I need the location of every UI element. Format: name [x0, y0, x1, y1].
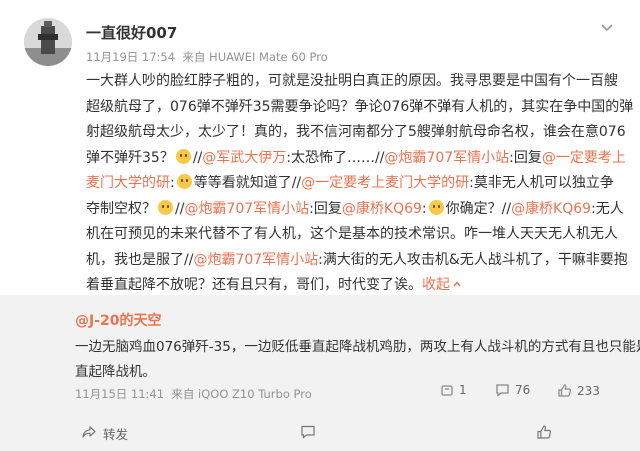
- like-button[interactable]: [536, 424, 552, 443]
- post-text: 超级航母了，076弹不弹歼35需要争论吗？争论076弹不弹有人机的，其实在争中国…: [86, 98, 634, 115]
- mention-link[interactable]: @炮霸707军情小站: [384, 150, 509, 166]
- post-text: :: [421, 200, 427, 217]
- post-body-line: 夺制空权？//@炮霸707军情小站:回复@康桥KQ69: 你确定？//@康桥KQ6…: [86, 197, 632, 223]
- post-text: :: [170, 175, 175, 191]
- comment-button[interactable]: [300, 424, 316, 443]
- thumbs-up-icon: [536, 424, 552, 443]
- mention-link[interactable]: @炮霸707军情小站: [184, 201, 309, 217]
- quoted-body: 一边无脑鸡血076弹歼-35，一边贬低垂直起降战机鸡肋，两攻上有人战斗机的方式有…: [75, 335, 640, 385]
- post-source-prefix: 来自: [182, 50, 206, 64]
- repost-button[interactable]: 转发: [81, 424, 128, 443]
- share-icon: [81, 424, 97, 443]
- post-text: 弹不弹歼35？: [86, 149, 174, 166]
- mention-link[interactable]: @军武大伊万: [202, 150, 286, 166]
- comment-icon: [300, 424, 316, 443]
- mention-link[interactable]: @一定要考上: [542, 150, 626, 166]
- post-body-line: 一大群人吵的脸红脖子粗的，可就是没扯明白真正的原因。我寻思要是中国有个一百艘: [86, 69, 632, 95]
- mention-link[interactable]: @一定要考上麦门大学的研: [301, 175, 469, 191]
- post-text: 射超级航母太少，太少了！真的，我不信河南都分了5艘弹射航母命名权，谁会在意076: [86, 124, 626, 140]
- post-text: 着垂直起降不放呢？还有且只有，哥们，时代变了诶。: [86, 277, 422, 293]
- collapse-button[interactable]: 收起: [422, 277, 462, 293]
- quoted-post[interactable]: @J-20的天空 一边无脑鸡血076弹歼-35，一边贬低垂直起降战机鸡肋，两攻上…: [0, 295, 640, 451]
- repost-label: 转发: [103, 427, 129, 442]
- post-text: 一大群人吵的脸红脖子粗的，可就是没扯明白真正的原因。我寻思要是中国有个一百艘: [86, 73, 618, 89]
- chevron-up-icon: [450, 277, 462, 293]
- mention-link[interactable]: @康桥KQ69: [342, 201, 422, 217]
- post-text: :满大街的无人攻击机&无人战斗机了，干嘛非要抱: [318, 251, 628, 268]
- quoted-date[interactable]: 11月15日 11:41: [75, 387, 164, 401]
- quoted-repost-stat[interactable]: 1: [440, 383, 467, 397]
- comment-icon: [495, 383, 510, 397]
- post-text: :莫非无人机可以独立争: [469, 175, 614, 191]
- repost-icon: [440, 383, 454, 397]
- post-text: :回复: [309, 200, 342, 217]
- post-text: :无人: [591, 200, 624, 217]
- post-body-line: 超级航母了，076弹不弹歼35需要争论吗？争论076弹不弹有人机的，其实在争中国…: [86, 95, 634, 121]
- mention-link[interactable]: @康桥KQ69: [511, 201, 591, 217]
- post-date[interactable]: 11月19日 17:54: [86, 50, 175, 64]
- post-text: 机，我也是服了//: [86, 251, 194, 268]
- post-body-line: 麦门大学的研: 等等看就知道了//@一定要考上麦门大学的研:莫非无人机可以独立争: [86, 171, 632, 197]
- quoted-like-count: 233: [577, 383, 600, 398]
- emoji-face: [428, 199, 444, 215]
- quoted-source-prefix: 来自: [171, 387, 195, 401]
- mention-link[interactable]: @炮霸707军情小站: [193, 252, 318, 268]
- post-text: 机在可预见的未来代替不了有人机，这个是基本的技术常识。咋一堆人天天无人机无人: [86, 226, 618, 242]
- chevron-down-icon[interactable]: [597, 18, 617, 38]
- quoted-repost-count: 1: [459, 383, 467, 397]
- post-body-line: 机在可预见的未来代替不了有人机，这个是基本的技术常识。咋一堆人天天无人机无人: [86, 222, 632, 248]
- post-body-line: 射超级航母太少，太少了！真的，我不信河南都分了5艘弹射航母命名权，谁会在意076: [86, 120, 632, 146]
- post-meta: 11月19日 17:54 来自 HUAWEI Mate 60 Pro: [86, 49, 328, 65]
- quoted-body-line: 一边无脑鸡血076弹歼-35，一边贬低垂直起降战机鸡肋，两攻上有人战斗机的方式有…: [75, 339, 640, 355]
- thumbs-up-icon: [557, 383, 572, 398]
- post-text: //: [192, 149, 203, 166]
- post-body-line: 弹不弹歼35？ //@军武大伊万:太恐怖了……//@炮霸707军情小站:回复@一定…: [86, 146, 632, 172]
- quoted-meta: 11月15日 11:41 来自 iQOO Z10 Turbo Pro: [75, 386, 312, 402]
- quoted-username[interactable]: @J-20的天空: [75, 310, 162, 330]
- avatar[interactable]: [24, 18, 72, 66]
- emoji-face: [175, 148, 191, 164]
- post-body-line: 机，我也是服了//@炮霸707军情小站:满大街的无人攻击机&无人战斗机了，干嘛非…: [86, 248, 632, 274]
- post-body: 一大群人吵的脸红脖子粗的，可就是没扯明白真正的原因。我寻思要是中国有个一百艘 超级…: [86, 69, 634, 299]
- collapse-label: 收起: [422, 277, 450, 293]
- quoted-comment-stat[interactable]: 76: [495, 383, 530, 397]
- username[interactable]: 一直很好007: [86, 22, 177, 43]
- quoted-like-stat[interactable]: 233: [557, 383, 600, 398]
- post-text: :太恐怖了……//: [286, 149, 385, 166]
- quoted-comment-count: 76: [515, 383, 531, 397]
- mention-link[interactable]: 麦门大学的研: [86, 175, 170, 191]
- emoji-face: [158, 199, 173, 215]
- quoted-body-line: 直起降战机。: [75, 364, 156, 380]
- quoted-device: iQOO Z10 Turbo Pro: [198, 387, 312, 401]
- post-text: 你确定？//: [445, 200, 512, 217]
- post-device: HUAWEI Mate 60 Pro: [209, 50, 328, 64]
- post-text: :回复: [509, 149, 542, 166]
- emoji-face: [176, 174, 192, 189]
- post-text: 夺制空权？: [86, 200, 156, 217]
- post-text: 等等看就知道了//: [193, 175, 302, 191]
